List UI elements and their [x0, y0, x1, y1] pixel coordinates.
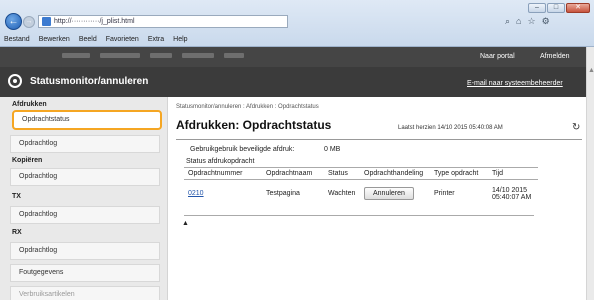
sidebar-item-print-job-log[interactable]: Opdrachtlog — [10, 135, 160, 153]
column-header-job-type: Type opdracht — [430, 167, 488, 180]
page-title: Afdrukken: Opdrachtstatus — [176, 118, 332, 132]
menu-tools[interactable]: Extra — [148, 36, 164, 43]
breadcrumb: Statusmonitor/annuleren : Afdrukken : Op… — [176, 104, 319, 110]
table-row: 0210 Testpagina Wachten Annuleren Printe… — [184, 180, 538, 208]
job-status-cell: Wachten — [328, 190, 356, 198]
menu-edit[interactable]: Bewerken — [39, 36, 70, 43]
browser-chrome: – □ ✕ ← → http://············/j_plist.ht… — [0, 0, 594, 47]
home-icon[interactable]: ⌂ — [516, 16, 521, 27]
job-time-cell: 14/10 2015 05:40:07 AM — [488, 180, 538, 208]
header-top-bar: Naar portal Afmelden — [0, 47, 586, 67]
search-icon[interactable]: ⌕ — [505, 16, 510, 27]
header-title-area: Statusmonitor/annuleren — [8, 74, 148, 88]
sidebar-item-tx-job-log[interactable]: Opdrachtlog — [10, 206, 160, 224]
window-controls: – □ ✕ — [528, 3, 590, 13]
sidebar-heading-copy: Kopiëren — [12, 157, 43, 164]
job-time-date: 14/10 2015 — [492, 186, 528, 194]
table-bottom-divider — [184, 215, 534, 216]
email-admin-link[interactable]: E-mail naar systeembeheerder — [467, 80, 563, 87]
maximize-button[interactable]: □ — [547, 3, 565, 13]
gear-icon[interactable]: ⚙ — [542, 16, 550, 27]
forward-button[interactable]: → — [23, 16, 35, 28]
logout-link[interactable]: Afmelden — [540, 53, 570, 60]
scroll-up-icon[interactable]: ▲ — [588, 67, 594, 74]
address-text: http://············/j_plist.html — [54, 18, 135, 25]
page-favicon-icon — [42, 17, 51, 26]
menu-help[interactable]: Help — [173, 36, 187, 43]
sidebar-item-print-job-status[interactable]: Opdrachtstatus — [12, 110, 162, 130]
sidebar-item-consumables[interactable]: Verbruiksartikelen — [10, 286, 160, 300]
column-header-job-name: Opdrachtnaam — [262, 167, 324, 180]
print-jobs-table: Opdrachtnummer Opdrachtnaam Status Opdra… — [184, 167, 538, 208]
sidebar-heading-rx: RX — [12, 229, 22, 236]
status-monitor-icon — [8, 74, 22, 88]
header-title: Statusmonitor/annuleren — [30, 75, 149, 87]
table-header-row: Opdrachtnummer Opdrachtnaam Status Opdra… — [184, 167, 538, 180]
sidebar: Afdrukken Opdrachtstatus Opdrachtlog Kop… — [0, 97, 168, 300]
address-bar[interactable]: http://············/j_plist.html — [38, 15, 288, 28]
cancel-job-button[interactable]: Annuleren — [364, 187, 414, 201]
page-header: Naar portal Afmelden Statusmonitor/annul… — [0, 47, 586, 97]
main-content: Statusmonitor/annuleren : Afdrukken : Op… — [176, 104, 582, 300]
title-divider — [176, 139, 582, 140]
minimize-button[interactable]: – — [528, 3, 546, 13]
column-header-job-number: Opdrachtnummer — [184, 167, 262, 180]
secure-print-usage-value: 0 MB — [324, 146, 341, 153]
secure-print-usage-label: Gebruikgebruik beveiligde afdruk: — [190, 146, 295, 153]
job-name-cell: Testpagina — [266, 190, 300, 198]
sidebar-item-rx-job-log[interactable]: Opdrachtlog — [10, 242, 160, 260]
sidebar-heading-tx: TX — [12, 193, 21, 200]
column-header-job-action: Opdrachthandeling — [360, 167, 430, 180]
column-header-time: Tijd — [488, 167, 538, 180]
sidebar-item-copy-job-log[interactable]: Opdrachtlog — [10, 168, 160, 186]
portal-link[interactable]: Naar portal — [480, 53, 515, 60]
menu-bar: Bestand Bewerken Beeld Favorieten Extra … — [4, 36, 188, 43]
sidebar-heading-print: Afdrukken — [12, 101, 47, 108]
job-type-cell: Printer — [434, 190, 455, 198]
favorites-star-icon[interactable]: ☆ — [527, 16, 535, 27]
refresh-icon[interactable]: ↻ — [572, 122, 580, 133]
header-placeholder-text — [62, 53, 244, 58]
back-button[interactable]: ← — [5, 13, 22, 30]
job-time-clock: 05:40:07 AM — [492, 193, 532, 201]
menu-view[interactable]: Beeld — [79, 36, 97, 43]
sidebar-item-error-info[interactable]: Foutgegevens — [10, 264, 160, 282]
last-updated-text: Laatst herzien 14/10 2015 05:40:08 AM — [398, 125, 503, 131]
browser-tools: ⌕ ⌂ ☆ ⚙ — [505, 16, 550, 27]
print-job-status-label: Status afdrukopdracht — [186, 158, 255, 165]
close-button[interactable]: ✕ — [566, 3, 590, 13]
job-number-link[interactable]: 0210 — [188, 190, 204, 197]
column-header-status: Status — [324, 167, 360, 180]
menu-file[interactable]: Bestand — [4, 36, 30, 43]
page-scrollbar[interactable]: ▲ — [586, 47, 594, 300]
back-to-top-icon[interactable]: ▲ — [182, 220, 189, 227]
menu-favorites[interactable]: Favorieten — [106, 36, 139, 43]
